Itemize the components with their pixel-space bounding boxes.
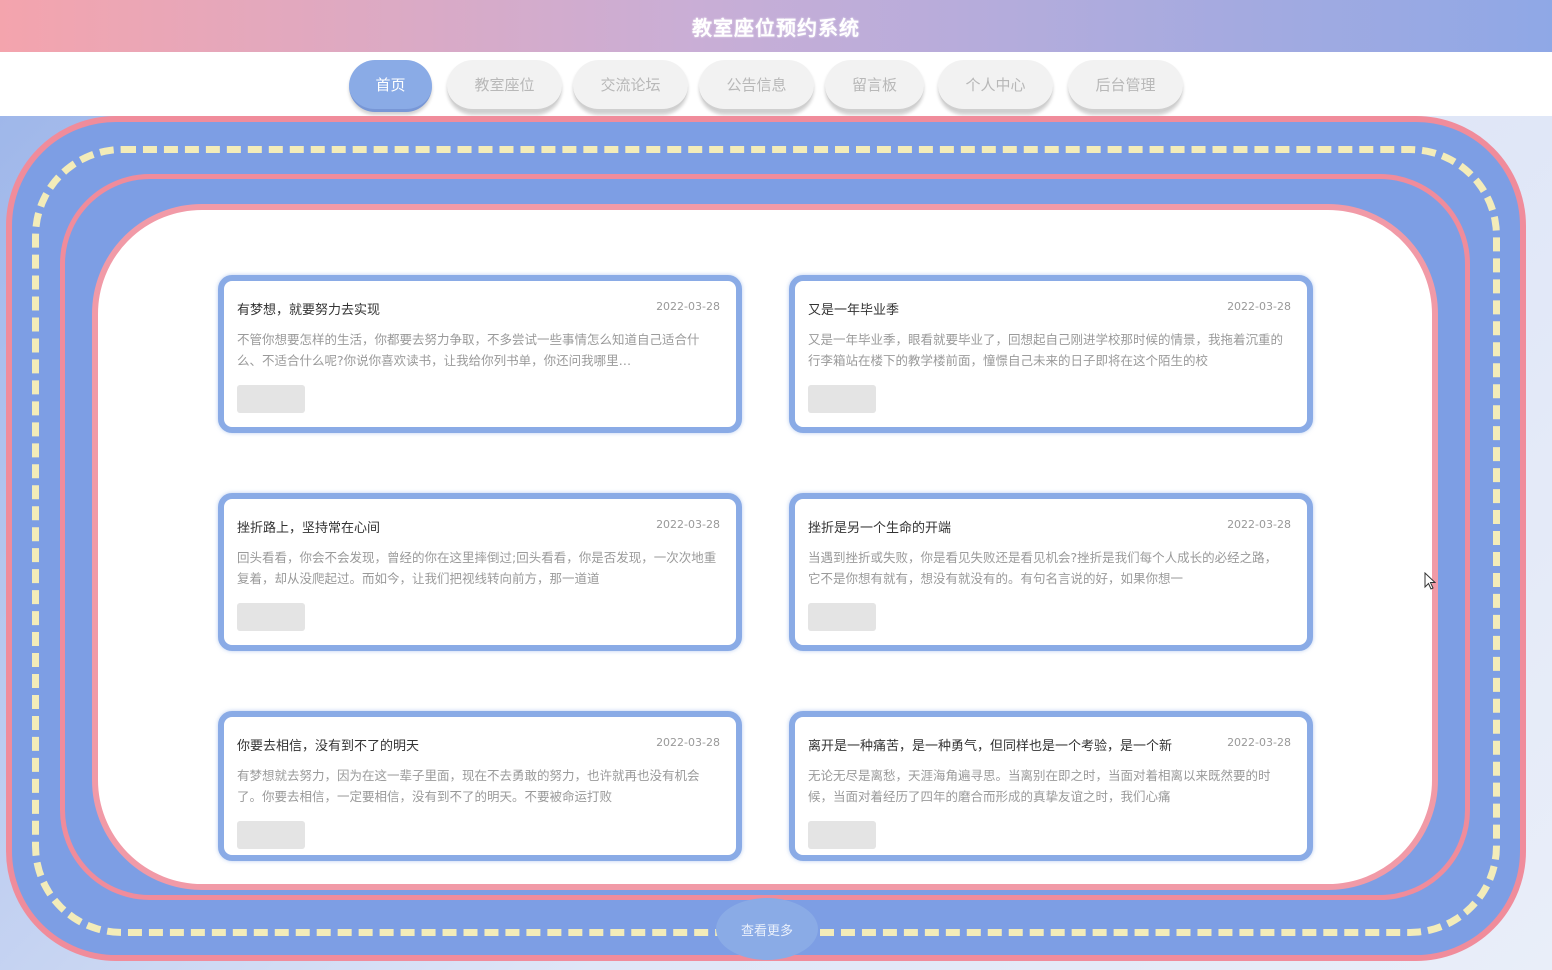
news-card[interactable]: 有梦想，就要努力去实现 2022-03-28 不管你想要怎样的生活，你都要去努力… — [218, 275, 742, 433]
news-card[interactable]: 你要去相信，没有到不了的明天 2022-03-28 有梦想就去努力，因为在这一辈… — [218, 711, 742, 861]
tab-message-board[interactable]: 留言板 — [825, 60, 924, 112]
tab-announcements[interactable]: 公告信息 — [699, 60, 814, 112]
mouse-cursor-icon — [1424, 572, 1436, 590]
tab-classroom-seats[interactable]: 教室座位 — [447, 60, 562, 112]
site-title: 教室座位预约系统 — [692, 15, 860, 40]
news-card-detail-button[interactable] — [237, 603, 305, 631]
news-card-detail-button[interactable] — [808, 603, 876, 631]
view-more-button[interactable]: 查看更多 — [716, 898, 818, 960]
tab-admin[interactable]: 后台管理 — [1068, 60, 1183, 112]
news-card-detail-button[interactable] — [237, 821, 305, 849]
news-card-title[interactable]: 又是一年毕业季 — [808, 299, 1188, 318]
title-bar: 教室座位预约系统 — [0, 0, 1552, 52]
news-card-summary: 有梦想就去努力，因为在这一辈子里面，现在不去勇敢的努力，也许就再也没有机会了。你… — [237, 768, 700, 804]
news-card-title[interactable]: 离开是一种痛苦，是一种勇气，但同样也是一个考验，是一个新 — [808, 735, 1188, 754]
news-card-summary: 回头看看，你会不会发现，曾经的你在这里摔倒过;回头看看，你是否发现，一次次地重复… — [237, 550, 717, 586]
news-card-title[interactable]: 挫折是另一个生命的开端 — [808, 517, 1188, 536]
news-card-title[interactable]: 有梦想，就要努力去实现 — [237, 299, 617, 318]
news-card[interactable]: 挫折是另一个生命的开端 2022-03-28 当遇到挫折或失败，你是看见失败还是… — [789, 493, 1313, 651]
news-card-date: 2022-03-28 — [656, 736, 720, 749]
news-card-detail-button[interactable] — [237, 385, 305, 413]
news-card-summary: 无论无尽是离愁，天涯海角遍寻思。当离别在即之时，当面对着相离以来既然要的时候，当… — [808, 768, 1271, 804]
tab-home[interactable]: 首页 — [349, 60, 432, 112]
news-card-title[interactable]: 你要去相信，没有到不了的明天 — [237, 735, 617, 754]
news-card-date: 2022-03-28 — [656, 518, 720, 531]
news-card-summary: 当遇到挫折或失败，你是看见失败还是看见机会?挫折是我们每个人成长的必经之路，它不… — [808, 550, 1278, 586]
tab-personal-center[interactable]: 个人中心 — [938, 60, 1053, 112]
news-card[interactable]: 又是一年毕业季 2022-03-28 又是一年毕业季，眼看就要毕业了，回想起自己… — [789, 275, 1313, 433]
news-card-date: 2022-03-28 — [1227, 736, 1291, 749]
news-card-summary: 又是一年毕业季，眼看就要毕业了，回想起自己刚进学校那时候的情景，我拖着沉重的行李… — [808, 332, 1284, 368]
tab-forum[interactable]: 交流论坛 — [573, 60, 688, 112]
news-card-title[interactable]: 挫折路上，坚持常在心间 — [237, 517, 617, 536]
news-card-date: 2022-03-28 — [1227, 300, 1291, 313]
news-card-date: 2022-03-28 — [1227, 518, 1291, 531]
news-card-detail-button[interactable] — [808, 821, 876, 849]
news-card-summary: 不管你想要怎样的生活，你都要去努力争取，不多尝试一些事情怎么知道自己适合什么、不… — [237, 332, 700, 368]
nav-bar: 首页 教室座位 交流论坛 公告信息 留言板 个人中心 后台管理 — [0, 52, 1552, 116]
news-card-date: 2022-03-28 — [656, 300, 720, 313]
news-card-detail-button[interactable] — [808, 385, 876, 413]
news-card[interactable]: 离开是一种痛苦，是一种勇气，但同样也是一个考验，是一个新 2022-03-28 … — [789, 711, 1313, 861]
news-card[interactable]: 挫折路上，坚持常在心间 2022-03-28 回头看看，你会不会发现，曾经的你在… — [218, 493, 742, 651]
